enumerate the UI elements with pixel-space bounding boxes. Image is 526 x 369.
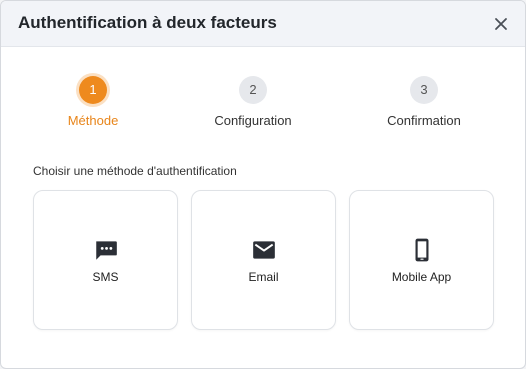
step-label: Confirmation: [387, 113, 461, 128]
method-prompt: Choisir une méthode d'authentification: [33, 164, 237, 178]
sms-icon: [95, 241, 117, 260]
step-number: 3: [410, 76, 438, 104]
mobile-phone-icon: [415, 238, 428, 262]
close-button[interactable]: [491, 14, 511, 34]
step-confirmation: 3 Confirmation: [349, 76, 499, 128]
step-method: 1 Méthode: [18, 76, 168, 128]
method-label: Mobile App: [391, 270, 452, 284]
dialog-title: Authentification à deux facteurs: [18, 13, 277, 32]
stepper: 1 Méthode 2 Configuration 3 Confirmation: [1, 76, 525, 136]
close-icon: [495, 18, 507, 30]
step-configuration: 2 Configuration: [178, 76, 328, 128]
method-card-email[interactable]: Email: [191, 190, 336, 330]
method-card-sms[interactable]: SMS: [33, 190, 178, 330]
step-number: 2: [239, 76, 267, 104]
step-label: Méthode: [67, 113, 119, 128]
two-factor-dialog: Authentification à deux facteurs 1 Métho…: [0, 0, 526, 369]
dialog-header: Authentification à deux facteurs: [1, 1, 525, 47]
step-label: Configuration: [214, 113, 292, 128]
step-number: 1: [79, 76, 107, 104]
method-card-mobile-app[interactable]: Mobile App: [349, 190, 494, 330]
email-icon: [252, 241, 275, 259]
method-label: Email: [248, 270, 279, 284]
method-label: SMS: [92, 270, 119, 284]
